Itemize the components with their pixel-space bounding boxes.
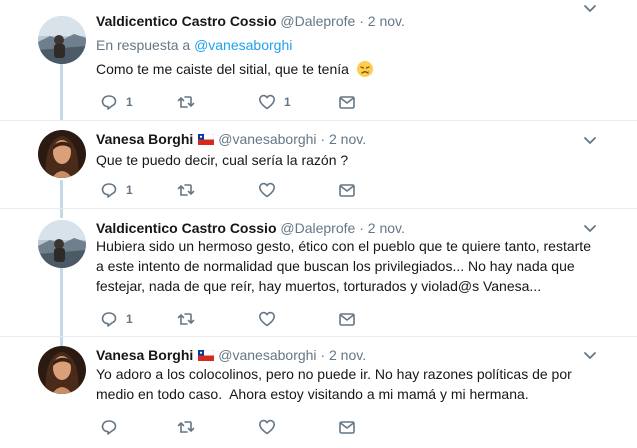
reply-icon: [101, 183, 117, 198]
tweet[interactable]: Vanesa Borghi @vanesaborghi · 2 nov. Yo a…: [0, 336, 637, 448]
avatar-landscape-image: [38, 16, 86, 64]
timestamp[interactable]: 2 nov.: [329, 347, 366, 363]
author-name[interactable]: Valdicentico Castro Cossio: [96, 220, 277, 236]
tweet-actions: [96, 417, 376, 437]
like-count: 1: [284, 95, 291, 109]
separator: ·: [359, 13, 364, 29]
reply-prefix: En respuesta a: [96, 37, 191, 53]
tweet-text-line: festejar, nada de que reír, hay muertos,…: [96, 278, 542, 294]
chevron-down-icon[interactable]: [582, 349, 598, 363]
timestamp[interactable]: 2 nov.: [329, 131, 366, 147]
retweet-button[interactable]: [177, 180, 203, 200]
avatar[interactable]: [38, 220, 86, 268]
tweet-actions: 1: [96, 180, 376, 200]
envelope-icon: [339, 184, 355, 197]
direct-message-button[interactable]: [338, 92, 356, 112]
tweet-text: Yo adoro a los colocolinos, pero no pued…: [96, 364, 606, 404]
direct-message-button[interactable]: [338, 180, 356, 200]
reply-button[interactable]: 1: [100, 92, 133, 112]
reply-count: 1: [126, 312, 133, 326]
direct-message-button[interactable]: [338, 309, 356, 329]
avatar[interactable]: [38, 16, 86, 64]
tweet-text-line: Hubiera sido un hermoso gesto, ético con…: [96, 238, 591, 254]
chevron-down-icon[interactable]: [582, 134, 598, 148]
chile-flag-icon: [198, 134, 215, 145]
chile-flag-icon: [198, 350, 215, 361]
reply-button[interactable]: 1: [100, 309, 133, 329]
chevron-down-icon[interactable]: [582, 222, 598, 236]
tweet[interactable]: Vanesa Borghi @vanesaborghi · 2 nov. Que …: [0, 120, 637, 208]
tweet[interactable]: Valdicentico Castro Cossio @Daleprofe · …: [0, 208, 637, 336]
like-button[interactable]: [258, 180, 284, 200]
reply-to-link[interactable]: @vanesaborghi: [194, 37, 292, 53]
reply-icon: [101, 312, 117, 327]
timestamp[interactable]: 2 nov.: [368, 220, 405, 236]
tweet-text-content: Como te me caiste del sitial, que te ten…: [96, 61, 349, 77]
reply-context: En respuesta a @vanesaborghi: [96, 36, 292, 54]
direct-message-button[interactable]: [338, 417, 356, 437]
retweet-button[interactable]: [177, 92, 203, 112]
retweet-icon: [177, 421, 195, 433]
avatar[interactable]: [38, 346, 86, 394]
separator: ·: [359, 220, 364, 236]
avatar-portrait-image: [38, 346, 86, 394]
like-button[interactable]: [258, 309, 284, 329]
avatar[interactable]: [38, 130, 86, 178]
author-name[interactable]: Valdicentico Castro Cossio: [96, 13, 277, 29]
envelope-icon: [339, 421, 355, 434]
author-name[interactable]: Vanesa Borghi: [96, 131, 193, 147]
disappointed-face-icon: [356, 61, 373, 77]
heart-icon: [259, 419, 275, 435]
tweet-text: Hubiera sido un hermoso gesto, ético con…: [96, 236, 606, 296]
heart-icon: [259, 182, 275, 198]
reply-button[interactable]: 1: [100, 180, 133, 200]
avatar-portrait-image: [38, 130, 86, 178]
author-name[interactable]: Vanesa Borghi: [96, 347, 193, 363]
tweet-actions: 1 1: [96, 92, 376, 112]
separator: ·: [320, 347, 326, 363]
heart-icon: [259, 94, 275, 110]
retweet-icon: [177, 96, 195, 108]
chevron-down-icon[interactable]: [582, 2, 598, 16]
retweet-icon: [177, 184, 195, 196]
retweet-button[interactable]: [177, 309, 203, 329]
tweet[interactable]: Valdicentico Castro Cossio @Daleprofe · …: [0, 0, 637, 114]
like-button[interactable]: 1: [258, 92, 291, 112]
retweet-icon: [177, 313, 195, 325]
retweet-button[interactable]: [177, 417, 203, 437]
tweet-text: Como te me caiste del sitial, que te ten…: [96, 59, 606, 79]
separator: ·: [320, 131, 326, 147]
tweet-text-line: a este intento de normalidad que buscan …: [96, 258, 575, 274]
reply-icon: [101, 95, 117, 110]
tweet-text-line: medio en todo caso. Ahora estoy visitand…: [96, 386, 529, 402]
author-handle[interactable]: @Daleprofe: [280, 13, 355, 29]
author-handle[interactable]: @vanesaborghi: [218, 131, 316, 147]
tweet-text-line: Yo adoro a los colocolinos, pero no pued…: [96, 366, 572, 382]
tweet-text: Que te puedo decir, cual sería la razón …: [96, 152, 349, 168]
tweet-actions: 1: [96, 309, 376, 329]
reply-count: 1: [126, 183, 133, 197]
reply-icon: [101, 420, 117, 435]
author-handle[interactable]: @vanesaborghi: [218, 347, 316, 363]
like-button[interactable]: [258, 417, 284, 437]
reply-button[interactable]: [100, 417, 126, 437]
timestamp[interactable]: 2 nov.: [368, 13, 405, 29]
envelope-icon: [339, 96, 355, 109]
envelope-icon: [339, 313, 355, 326]
avatar-landscape-image: [38, 220, 86, 268]
author-handle[interactable]: @Daleprofe: [280, 220, 355, 236]
reply-count: 1: [126, 95, 133, 109]
heart-icon: [259, 311, 275, 327]
